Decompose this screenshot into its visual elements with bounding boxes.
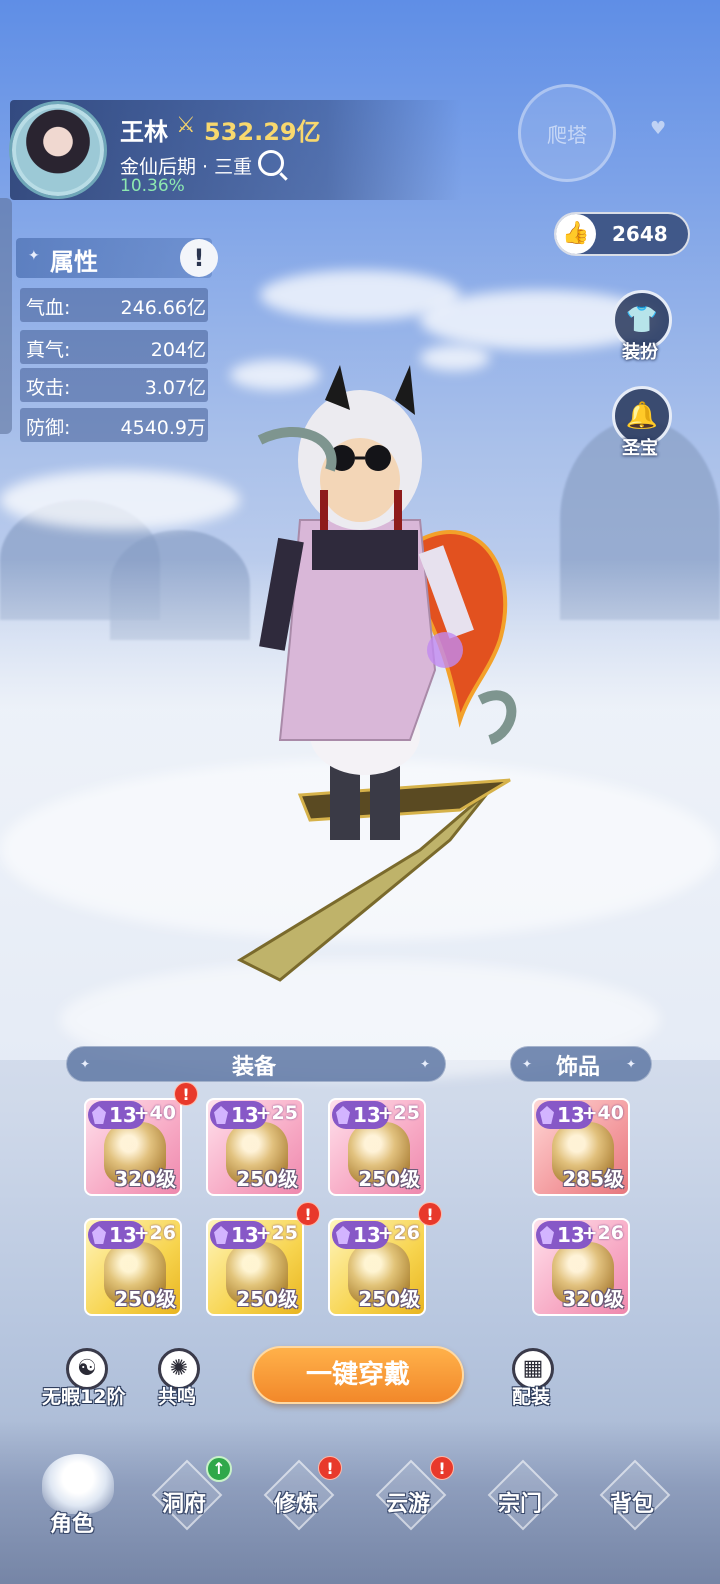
gem-icon — [214, 1106, 228, 1124]
attribute-value: 3.07亿 — [144, 377, 206, 399]
slot-level: 250级 — [236, 1287, 298, 1311]
player-name: 王林 — [120, 118, 168, 146]
alert-badge-icon: ! — [174, 1082, 198, 1106]
attribute-label: 真气: — [26, 339, 71, 361]
slot-level: 250级 — [358, 1287, 420, 1311]
diamond-ornament-icon: ✦ — [626, 1057, 637, 1071]
slot-enhance: +26 — [581, 1222, 624, 1244]
nav-item-cave-label[interactable]: 洞府 — [162, 1486, 206, 1518]
slot-level: 320级 — [562, 1287, 624, 1311]
shirt-icon: 👕 — [625, 305, 659, 335]
attribute-label: 防御: — [26, 417, 71, 439]
attribute-value: 204亿 — [150, 339, 206, 361]
equipment-slot-gloves[interactable]: 13 +25 250级 — [206, 1218, 304, 1316]
slot-enhance: +40 — [581, 1102, 624, 1124]
nav-item-sect-label[interactable]: 宗门 — [498, 1486, 542, 1518]
diamond-ornament-icon: ✦ — [80, 1057, 91, 1071]
attributes-info-icon[interactable]: ! — [180, 239, 218, 277]
holy-treasure-label: 圣宝 — [622, 438, 658, 459]
attribute-value: 4540.9万 — [120, 417, 206, 439]
nav-item-character[interactable]: 角色 — [50, 1506, 94, 1538]
attributes-title: 属性 — [50, 248, 98, 276]
slot-enhance: +26 — [133, 1222, 176, 1244]
nav-item-wander-label[interactable]: 云游 — [386, 1486, 430, 1518]
alert-badge-icon: ! — [418, 1202, 442, 1226]
attribute-label: 攻击: — [26, 377, 71, 399]
slot-level: 285级 — [562, 1167, 624, 1191]
combat-power-value: 532.29亿 — [204, 118, 321, 146]
slot-level: 320级 — [114, 1167, 176, 1191]
diamond-ornament-icon: ✦ — [28, 248, 40, 264]
equipment-slot-armor[interactable]: 13 +25 250级 — [328, 1098, 426, 1196]
diamond-ornament-icon: ✦ — [522, 1057, 533, 1071]
loadout-label[interactable]: 配装 — [512, 1382, 550, 1409]
alert-badge-icon: ! — [296, 1202, 320, 1226]
slot-level: 250级 — [358, 1167, 420, 1191]
outfit-label: 装扮 — [622, 342, 658, 363]
gem-icon — [540, 1226, 554, 1244]
nav-item-bag-label[interactable]: 背包 — [610, 1486, 654, 1518]
slot-enhance: +25 — [255, 1222, 298, 1244]
slot-enhance: +40 — [133, 1102, 176, 1124]
equipment-title: 装备 — [232, 1055, 277, 1080]
left-drawer-handle[interactable] — [0, 198, 12, 434]
gem-icon — [92, 1106, 106, 1124]
accessory-slot-pendant[interactable]: 13 +26 320级 — [532, 1218, 630, 1316]
attribute-value: 246.66亿 — [120, 297, 206, 319]
alert-badge-icon: ! — [318, 1456, 342, 1480]
cultivation-realm: 金仙后期 · 三重 — [120, 156, 253, 178]
resonance-label[interactable]: 共鸣 — [158, 1382, 196, 1409]
equip-all-button[interactable]: 一键穿戴 — [252, 1346, 464, 1404]
slot-enhance: +26 — [377, 1222, 420, 1244]
gem-icon — [214, 1226, 228, 1244]
slot-level: 250级 — [114, 1287, 176, 1311]
diamond-ornament-icon: ✦ — [420, 1057, 431, 1071]
equipment-slot-boots[interactable]: 13 +26 250级 — [328, 1218, 426, 1316]
flawless-rank-label[interactable]: 无暇12阶 — [42, 1382, 125, 1409]
character-nav-icon[interactable] — [42, 1454, 114, 1514]
attribute-label: 气血: — [26, 297, 71, 319]
upgrade-arrow-icon: ↑ — [206, 1456, 232, 1482]
thumbs-up-icon[interactable]: 👍 — [556, 214, 596, 254]
nav-item-cultivate-label[interactable]: 修炼 — [274, 1486, 318, 1518]
accessories-title: 饰品 — [556, 1055, 601, 1080]
gem-icon — [336, 1106, 350, 1124]
gem-icon — [92, 1226, 106, 1244]
equipment-slot-weapon[interactable]: 13 +40 320级 — [84, 1098, 182, 1196]
player-avatar[interactable] — [12, 104, 104, 196]
alert-badge-icon: ! — [430, 1456, 454, 1480]
character-model — [236, 365, 517, 982]
realm-search-icon[interactable] — [258, 150, 284, 176]
equipment-slot-helmet[interactable]: 13 +25 250级 — [206, 1098, 304, 1196]
slot-enhance: +25 — [255, 1102, 298, 1124]
heart-icon[interactable]: ♥ — [650, 118, 666, 139]
gem-icon — [540, 1106, 554, 1124]
combat-power-icon: ⚔ — [176, 113, 196, 138]
slot-enhance: +25 — [377, 1102, 420, 1124]
likes-count: 2648 — [612, 222, 668, 246]
bell-icon: 🔔 — [625, 401, 659, 431]
climb-tower-label: 爬塔 — [547, 122, 587, 147]
equipment-slot-legs[interactable]: 13 +26 250级 — [84, 1218, 182, 1316]
slot-level: 250级 — [236, 1167, 298, 1191]
realm-progress: 10.36% — [120, 176, 185, 196]
gem-icon — [336, 1226, 350, 1244]
climb-tower-button[interactable]: 爬塔 — [518, 84, 616, 182]
accessory-slot-bracelet[interactable]: 13 +40 285级 — [532, 1098, 630, 1196]
